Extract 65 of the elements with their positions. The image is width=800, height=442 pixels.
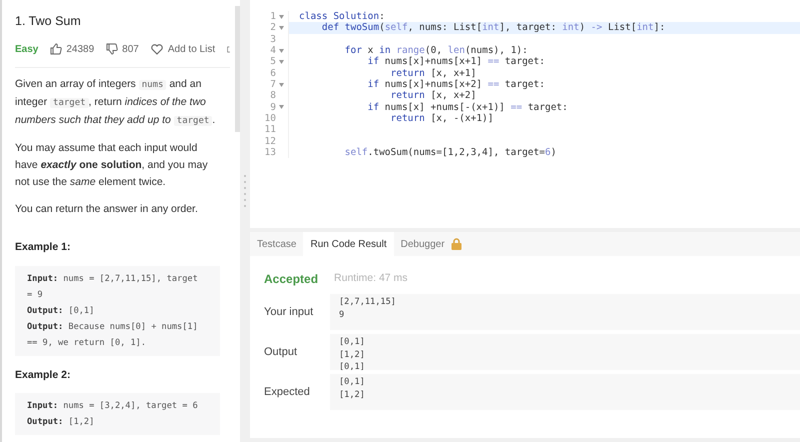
runtime-label: Runtime: 47 ms — [334, 271, 408, 286]
line-number: 9 — [270, 102, 276, 114]
resize-handle-icon[interactable] — [244, 174, 246, 208]
thumbs-up-icon — [50, 43, 62, 56]
fold-caret-icon[interactable] — [279, 48, 284, 53]
result-status: Accepted — [264, 271, 318, 288]
fold-caret-icon[interactable] — [279, 105, 284, 110]
console-tab[interactable]: Testcase — [250, 232, 304, 256]
line-number: 2 — [270, 22, 276, 34]
scrollbar-thumb[interactable] — [234, 6, 240, 132]
description-paragraph: You can return the answer in any order. — [15, 202, 199, 217]
console-tab[interactable]: Run Code Result — [303, 232, 394, 256]
dislike-button[interactable]: 807 — [106, 42, 139, 57]
fold-caret-icon[interactable] — [279, 82, 284, 87]
add-to-list-button[interactable]: Add to List — [150, 42, 216, 57]
line-number: 10 — [264, 113, 276, 124]
heart-icon — [150, 44, 163, 55]
result-line: [0,1] — [339, 376, 366, 388]
result-label: Expected — [263, 384, 311, 400]
result-line: [0,1] — [339, 336, 366, 348]
like-button[interactable]: 24389 — [50, 42, 94, 57]
example-line: Output: Because nums[0] + nums[1] == 9, we return [0, 1]. — [27, 320, 199, 350]
code-line: if nums[x]+nums[x+1] == target: — [288, 56, 545, 68]
line-number: 5 — [270, 56, 276, 68]
code-line: self.twoSum(nums=[1,2,3,4], target=6) — [288, 147, 556, 158]
example-heading: Example 1: — [15, 240, 72, 255]
result-label: Your input — [263, 304, 314, 320]
code-line: return [x, x+1] — [288, 68, 476, 80]
line-number: 3 — [270, 34, 276, 46]
line-number: 11 — [264, 124, 276, 136]
example-line: Output: [1,2] — [27, 416, 96, 430]
result-line: [2,7,11,15] — [339, 296, 397, 308]
code-editor[interactable] — [250, 0, 800, 228]
result-line: [1,2] — [339, 388, 366, 401]
example-line: Input: nums = [2,7,11,15], target = 9 — [27, 272, 199, 302]
code-line: def twoSum(self, nums: List[int], target: int) -> List[int]: — [288, 22, 666, 34]
line-number: 1 — [270, 11, 276, 22]
line-number: 7 — [270, 79, 276, 90]
thumbs-down-icon — [106, 43, 118, 56]
difficulty-label: Easy — [15, 42, 38, 57]
line-number: 8 — [270, 90, 276, 102]
line-number: 13 — [264, 147, 276, 158]
description-paragraph: Given an array of integers nums and an integer target , return indices of the two numbers such that they add up to target . — [15, 76, 216, 128]
fold-caret-icon[interactable] — [279, 14, 284, 19]
example-line: Output: [0,1] — [27, 304, 96, 318]
code-line: for x in range(0, len(nums), 1): — [288, 45, 528, 56]
code-line: return [x, x+2] — [288, 90, 476, 102]
fold-caret-icon[interactable] — [279, 26, 284, 30]
problem-title: 1. Two Sum — [15, 13, 82, 30]
result-line: [0,1] — [339, 361, 366, 370]
result-label: Output — [263, 344, 298, 360]
lock-icon — [450, 238, 462, 250]
code-line: if nums[x]+nums[x+2] == target: — [288, 79, 545, 90]
description-paragraph: You may assume that each input would have exactly one solution, and you may not use the same element twice. — [15, 140, 209, 190]
fold-caret-icon[interactable] — [279, 60, 284, 64]
line-number: 12 — [264, 136, 276, 148]
code-line: if nums[x] +nums[-(x+1)] == target: — [288, 102, 568, 114]
result-line: 9 — [339, 308, 346, 321]
example-heading: Example 2: — [15, 368, 72, 382]
result-line: [1,2] — [339, 348, 366, 361]
example-line: Input: nums = [3,2,4], target = 6 — [27, 400, 199, 414]
line-number: 6 — [270, 68, 276, 80]
code-line: return [x, -(x+1)] — [288, 113, 494, 124]
line-number: 4 — [270, 45, 276, 56]
console-tab[interactable]: Debugger — [394, 232, 469, 256]
